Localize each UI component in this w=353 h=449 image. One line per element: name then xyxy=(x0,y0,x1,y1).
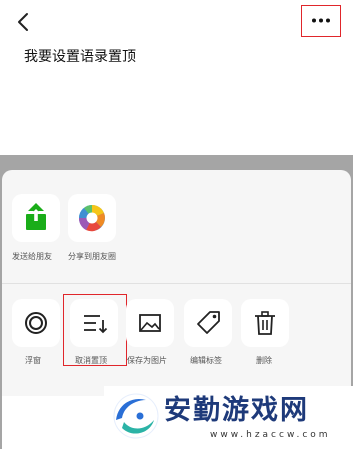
float-window-icon xyxy=(25,312,47,334)
save-as-image-label: 保存为图片 xyxy=(127,356,167,365)
watermark-title: 安勤游戏网 xyxy=(164,395,309,426)
more-options-highlight xyxy=(301,5,341,37)
row-divider xyxy=(2,283,351,284)
tag-icon xyxy=(197,311,220,334)
watermark-logo-icon xyxy=(113,393,159,439)
float-window-button[interactable] xyxy=(12,299,60,347)
delete-button[interactable] xyxy=(241,299,289,347)
site-watermark: 安勤游戏网 www.hzaccw.com xyxy=(104,386,353,449)
back-arrow-icon[interactable] xyxy=(14,10,36,34)
unpin-highlight xyxy=(63,294,127,366)
image-icon xyxy=(139,314,161,332)
note-view: 我要设置语录置顶 xyxy=(0,0,353,155)
save-as-image-button[interactable] xyxy=(126,299,174,347)
moments-icon xyxy=(78,205,105,232)
share-to-moments-button[interactable] xyxy=(68,194,116,242)
trash-icon xyxy=(255,311,275,335)
share-to-friend-label: 发送给朋友 xyxy=(12,252,52,261)
float-window-label: 浮窗 xyxy=(25,356,41,365)
delete-label: 删除 xyxy=(256,356,272,365)
more-icon[interactable] xyxy=(311,18,331,23)
watermark-url: www.hzaccw.com xyxy=(210,430,331,440)
share-to-moments-label: 分享到朋友圈 xyxy=(68,252,116,261)
share-to-friend-button[interactable] xyxy=(12,194,60,242)
share-to-friend-icon xyxy=(26,203,46,230)
edit-tags-button[interactable] xyxy=(184,299,232,347)
edit-tags-label: 编辑标签 xyxy=(190,356,222,365)
note-content: 我要设置语录置顶 xyxy=(24,49,136,65)
